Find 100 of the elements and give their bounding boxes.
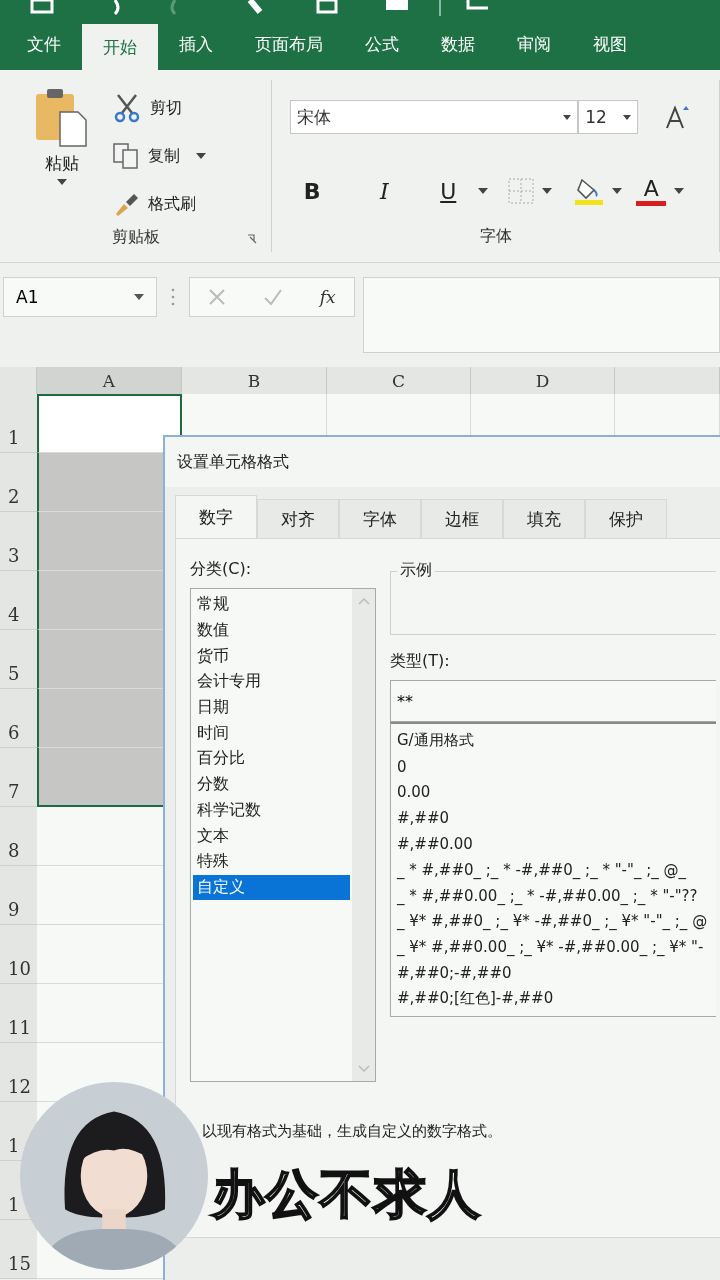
group-label: 剪贴板	[111, 226, 160, 248]
table-cell[interactable]	[37, 394, 182, 453]
category-item[interactable]: 文本	[193, 823, 350, 849]
grow-font-icon[interactable]	[664, 104, 691, 130]
caption-text: 办公不求人	[212, 1163, 482, 1226]
category-item[interactable]: 日期	[193, 694, 350, 721]
format-item[interactable]: _ * #,##0.00_ ;_ * -#,##0.00_ ;_ * "-"??	[397, 882, 716, 909]
dialog-launcher-icon[interactable]	[247, 234, 258, 244]
column-header[interactable]: C	[327, 367, 471, 395]
row-number[interactable]: 1	[8, 1135, 20, 1156]
scrollbar[interactable]	[352, 589, 375, 1081]
category-item[interactable]: 百分比	[193, 746, 350, 772]
row-number[interactable]: 8	[8, 840, 20, 861]
format-painter-button[interactable]: 格式刷	[112, 186, 214, 222]
row-number[interactable]: 2	[8, 486, 20, 507]
caret-icon[interactable]	[563, 114, 572, 120]
caret-icon[interactable]	[612, 188, 623, 194]
cut-button[interactable]: 剪切	[112, 90, 214, 126]
format-item[interactable]: 0.00	[397, 779, 716, 806]
column-header[interactable]	[615, 367, 720, 395]
format-item[interactable]: G/通用格式	[397, 728, 716, 754]
category-item[interactable]: 自定义	[193, 874, 350, 901]
paste-button[interactable]: 粘贴	[24, 88, 100, 222]
type-label: 类型(T):	[390, 651, 451, 672]
column-header[interactable]: B	[182, 367, 327, 395]
format-item[interactable]: #,##0;-#,##0	[397, 960, 716, 986]
format-item[interactable]: _ ¥* #,##0_ ;_ ¥* -#,##0_ ;_ ¥* "-"_ ;_ @	[397, 908, 716, 935]
format-item[interactable]: _ ¥* #,##0.00_ ;_ ¥* -#,##0.00_ ;_ ¥* "-	[397, 934, 716, 961]
dialog-tab[interactable]: 边框	[421, 499, 503, 538]
row-number[interactable]: 6	[8, 722, 20, 743]
bold-button[interactable]: B	[290, 178, 335, 204]
dialog-title: 设置单元格格式	[177, 451, 289, 473]
row-number[interactable]: 9	[8, 899, 20, 920]
column-header[interactable]: A	[37, 367, 182, 395]
row-number[interactable]: 5	[8, 663, 20, 684]
category-item[interactable]: 科学记数	[193, 797, 350, 824]
font-color-button[interactable]: A	[636, 176, 667, 206]
format-item[interactable]: #,##0.00	[397, 831, 716, 857]
underline-button[interactable]: U	[426, 178, 471, 204]
row-number[interactable]: 4	[8, 604, 20, 625]
caret-icon[interactable]	[674, 188, 685, 194]
type-input-field[interactable]: **	[390, 680, 716, 722]
column-header[interactable]: D	[471, 367, 615, 395]
category-item[interactable]: 货币	[193, 643, 350, 670]
format-list[interactable]	[390, 722, 716, 1017]
clipboard-icon	[34, 88, 90, 148]
category-list[interactable]: 常规 数值 货币 会计专用 日期 时间 百分比 分数 科学记数 文本 特殊 自定义	[190, 588, 376, 1082]
ribbon-tab[interactable]: 文件	[6, 18, 82, 70]
category-item[interactable]: 特殊	[193, 848, 350, 875]
category-label: 分类(C):	[190, 559, 253, 580]
caret-icon[interactable]	[623, 114, 632, 120]
category-item[interactable]: 分数	[193, 771, 350, 798]
ribbon-tab[interactable]: 插入	[158, 18, 234, 70]
dialog-tab[interactable]: 对齐	[257, 499, 339, 538]
italic-button[interactable]: I	[362, 178, 407, 204]
format-item[interactable]: _ * #,##0_ ;_ * -#,##0_ ;_ * "-"_ ;_ @_	[397, 857, 716, 883]
row-number[interactable]: 7	[8, 781, 20, 802]
dialog-tab[interactable]: 填充	[503, 499, 585, 538]
dialog-tab[interactable]: 保护	[585, 499, 667, 538]
row-number[interactable]: 1	[8, 427, 20, 448]
fill-color-icon[interactable]	[574, 176, 605, 206]
checkmark-icon[interactable]	[263, 288, 284, 306]
category-item[interactable]: 会计专用	[193, 669, 350, 695]
row-number[interactable]: 1	[8, 1194, 20, 1215]
category-item[interactable]: 时间	[193, 720, 350, 747]
insert-function-button[interactable]: fx	[319, 287, 336, 307]
select-all-corner[interactable]	[0, 367, 37, 395]
format-item[interactable]: 0	[397, 753, 716, 780]
font-size-field[interactable]: 12	[578, 100, 639, 134]
sample-label: 示例	[397, 560, 435, 581]
scissors-icon	[112, 93, 142, 123]
chevron-up-icon	[357, 597, 370, 605]
format-item[interactable]: #,##0	[397, 805, 716, 832]
chevron-down-icon	[357, 1065, 370, 1073]
dialog-tab[interactable]: 数字	[175, 495, 257, 538]
row-number[interactable]: 3	[8, 545, 20, 566]
caret-icon[interactable]	[478, 188, 489, 194]
caret-icon[interactable]	[196, 153, 206, 159]
description-text: 以现有格式为基础，生成自定义的数字格式。	[202, 1122, 503, 1141]
ribbon-tab[interactable]: 公式	[344, 18, 420, 70]
ribbon-tab[interactable]: 页面布局	[234, 18, 344, 70]
formula-input[interactable]	[363, 277, 720, 353]
copy-icon	[112, 142, 140, 170]
copy-button[interactable]: 复制	[112, 138, 214, 174]
ribbon-tab[interactable]: 审阅	[496, 18, 572, 70]
ribbon-tab[interactable]: 视图	[572, 18, 648, 70]
format-item[interactable]: #,##0;[红色]-#,##0	[397, 985, 716, 1012]
ribbon-tab[interactable]: 数据	[420, 18, 496, 70]
category-item[interactable]: 数值	[193, 617, 350, 644]
caret-icon[interactable]	[134, 294, 144, 300]
font-name-field[interactable]: 宋体	[290, 100, 579, 134]
caret-icon[interactable]	[542, 188, 553, 194]
cancel-icon[interactable]	[208, 288, 227, 306]
name-box[interactable]: A1	[3, 277, 157, 317]
borders-icon[interactable]	[508, 178, 535, 204]
caret-icon[interactable]	[57, 179, 67, 185]
dialog-tab[interactable]: 字体	[339, 499, 421, 538]
category-item[interactable]: 常规	[193, 592, 350, 618]
ribbon-tab[interactable]: 开始	[82, 24, 158, 70]
group-label: 字体	[479, 225, 512, 247]
